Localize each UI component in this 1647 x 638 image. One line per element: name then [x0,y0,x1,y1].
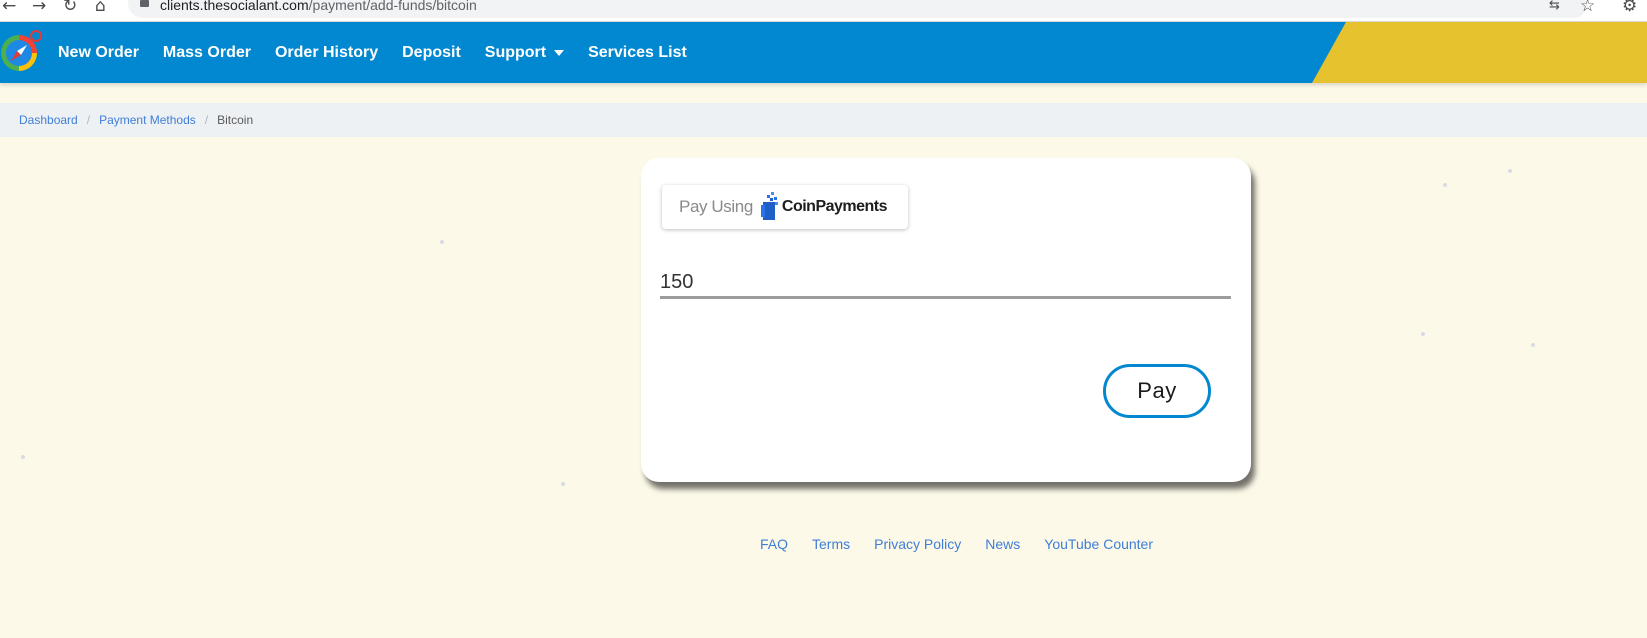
breadcrumb-payment-methods[interactable]: Payment Methods [99,113,196,127]
breadcrumb-current: Bitcoin [217,113,254,127]
url-text[interactable]: clients.thesocialant.com/payment/add-fun… [160,0,477,12]
nav-deposit[interactable]: Deposit [402,44,461,62]
background-dot [1421,332,1425,336]
lock-icon[interactable] [140,0,149,7]
chevron-down-icon [554,49,565,56]
background-dot [21,455,25,459]
pay-button[interactable]: Pay [1103,364,1211,418]
main-navbar: New Order Mass Order Order History Depos… [0,22,1647,83]
bookmark-star-icon[interactable]: ☆ [1580,0,1595,17]
coinpayments-logo-icon [760,192,778,220]
breadcrumb-separator: / [86,113,91,127]
nav-services-list[interactable]: Services List [588,44,687,62]
translate-icon[interactable]: ⇆ [1549,0,1560,17]
navbar-yellow-accent [1312,22,1647,83]
nav-support-label: Support [484,43,547,61]
address-bar[interactable]: clients.thesocialant.com/payment/add-fun… [128,0,1588,18]
background-dot [440,240,444,244]
background-dot [1508,169,1512,173]
breadcrumb-dashboard[interactable]: Dashboard [19,113,78,127]
background-dot [1531,343,1535,347]
footer-links: FAQ Terms Privacy Policy News YouTube Co… [760,536,1177,552]
footer-link-privacy-policy[interactable]: Privacy Policy [874,536,961,552]
pay-using-label: Pay Using [679,197,753,216]
nav-order-history[interactable]: Order History [275,44,378,62]
nav-mass-order[interactable]: Mass Order [163,44,251,62]
breadcrumb-separator: / [204,113,209,127]
extension-gear-icon[interactable]: ⚙ [1622,0,1637,17]
background-dot [1443,183,1447,187]
nav-support[interactable]: Support [484,43,565,62]
nav-new-order[interactable]: New Order [58,44,139,62]
background-dot [561,482,565,486]
breadcrumb: Dashboard / Payment Methods / Bitcoin [0,103,1647,137]
forward-arrow-icon[interactable]: → [32,0,46,17]
footer-link-faq[interactable]: FAQ [760,536,788,552]
site-logo-icon[interactable] [0,29,42,73]
home-icon[interactable]: ⌂ [95,0,106,17]
amount-input[interactable] [660,269,1231,299]
coinpayments-badge: Pay Using CoinPayments [662,185,908,229]
back-arrow-icon[interactable]: ← [2,0,16,17]
footer-link-news[interactable]: News [985,536,1020,552]
reload-icon[interactable]: ↻ [63,0,77,17]
footer-link-terms[interactable]: Terms [812,536,850,552]
browser-toolbar: ← → ↻ ⌂ clients.thesocialant.com/payment… [0,0,1647,22]
footer-link-youtube-counter[interactable]: YouTube Counter [1044,536,1153,552]
coinpayments-brand: CoinPayments [781,198,888,215]
payment-card: Pay Using CoinPayments Pay [641,158,1251,482]
